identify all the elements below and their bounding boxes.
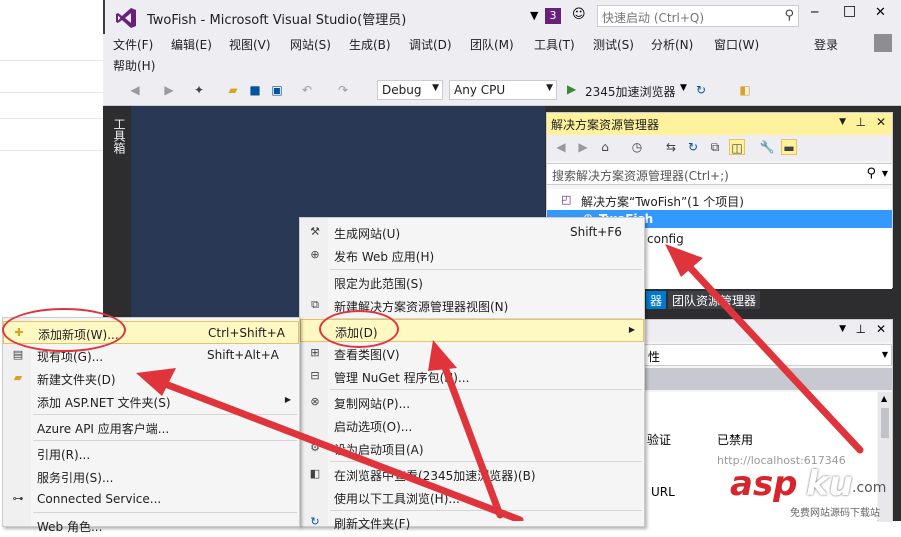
watermark-brand: asp (730, 464, 798, 504)
watermark-brand-accent: ku (806, 464, 853, 504)
watermark-domain: .com (852, 480, 887, 496)
watermark: asp ku .com 免费网站源码下载站 (728, 460, 901, 521)
annotation-arrows (136, 244, 864, 521)
watermark-subtitle: 免费网站源码下载站 (790, 508, 880, 519)
